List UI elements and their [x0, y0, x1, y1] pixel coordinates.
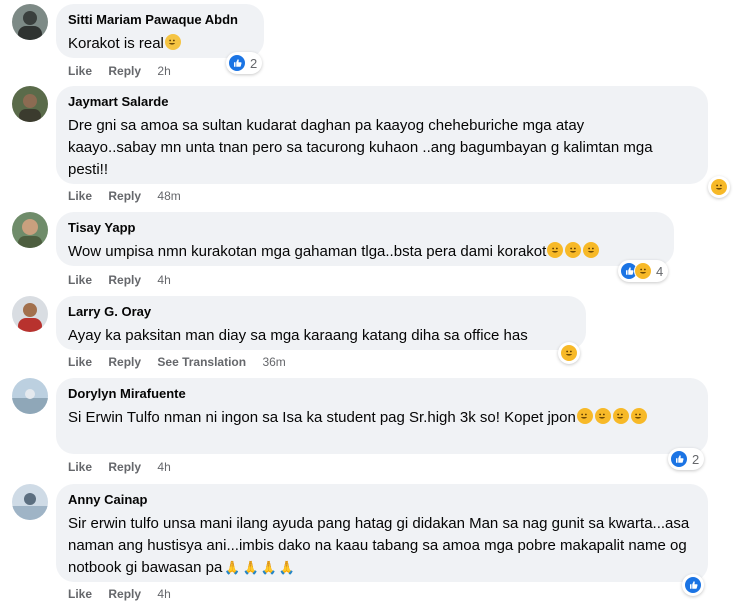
reply-button[interactable]: Reply [108, 273, 141, 287]
avatar[interactable] [12, 4, 48, 40]
comment-author[interactable]: Anny Cainap [68, 492, 696, 508]
rofl-emoji [576, 408, 593, 424]
avatar[interactable] [12, 212, 48, 248]
reaction-count: 4 [656, 263, 664, 279]
comment-text: Si Erwin Tulfo nman ni ingon sa Isa ka s… [68, 409, 576, 426]
reply-button[interactable]: Reply [108, 460, 141, 474]
reply-button[interactable]: Reply [108, 587, 141, 601]
grimacing-face-emoji [565, 242, 582, 258]
folded-hands-emoji: 🙏 [278, 560, 296, 575]
like-reaction-icon [684, 576, 702, 594]
reaction-summary[interactable] [558, 342, 580, 364]
comment-text-row: Si Erwin Tulfo nman ni ingon sa Isa ka s… [68, 407, 698, 429]
rofl-emoji [630, 408, 647, 424]
haha-reaction-icon [634, 262, 652, 280]
rofl-emoji [594, 408, 611, 424]
like-button[interactable]: Like [68, 355, 92, 369]
comment-actions: Like Reply 48m [68, 188, 181, 204]
reaction-count: 2 [692, 451, 700, 467]
avatar[interactable] [12, 378, 48, 414]
comment-actions: Like Reply 2h [68, 63, 171, 79]
rofl-emoji [612, 408, 629, 424]
reply-button[interactable]: Reply [108, 355, 141, 369]
comment-text-row: Wow umpisa nmn kurakotan mga gahaman tlg… [68, 241, 662, 263]
comment-bubble: Tisay Yapp Wow umpisa nmn kurakotan mga … [56, 212, 674, 266]
like-button[interactable]: Like [68, 64, 92, 78]
comment-author[interactable]: Dorylyn Mirafuente [68, 386, 696, 402]
like-button[interactable]: Like [68, 273, 92, 287]
comment-text-row: Sir erwin tulfo unsa mani ilang ayuda pa… [68, 513, 708, 579]
grimacing-face-emoji [583, 242, 600, 258]
comment-timestamp[interactable]: 2h [157, 64, 170, 78]
folded-hands-emoji: 🙏 [224, 560, 241, 575]
reply-button[interactable]: Reply [108, 64, 141, 78]
comment-bubble: Larry G. Oray Ayay ka paksitan man diay … [56, 296, 586, 350]
comment-timestamp[interactable]: 36m [262, 355, 285, 369]
comment-author[interactable]: Sitti Mariam Pawaque Abdn [68, 12, 252, 28]
avatar[interactable] [12, 484, 48, 520]
grimacing-face-emoji [547, 242, 564, 258]
comment-author[interactable]: Larry G. Oray [68, 304, 574, 320]
reaction-summary[interactable] [682, 574, 704, 596]
reaction-summary[interactable]: 2 [226, 52, 263, 74]
comment-text: Korakot is real [68, 35, 164, 52]
reaction-summary[interactable] [708, 176, 730, 198]
comment-text-row: Korakot is real [68, 33, 252, 55]
reply-button[interactable]: Reply [108, 189, 141, 203]
comment-actions: Like Reply 4h [68, 272, 171, 288]
like-reaction-icon [670, 450, 688, 468]
comment-timestamp[interactable]: 4h [157, 460, 170, 474]
comment-bubble: Jaymart Salarde Dre gni sa amoa sa sulta… [56, 86, 708, 184]
comment-text: Ayay ka paksitan man diay sa mga karaang… [68, 327, 528, 344]
comment-timestamp[interactable]: 4h [157, 587, 170, 601]
like-button[interactable]: Like [68, 460, 92, 474]
like-reaction-icon [228, 54, 246, 72]
comment-author[interactable]: Jaymart Salarde [68, 94, 696, 110]
see-translation-button[interactable]: See Translation [157, 355, 246, 369]
comment-bubble: Dorylyn Mirafuente Si Erwin Tulfo nman n… [56, 378, 708, 454]
comment-timestamp[interactable]: 4h [157, 273, 170, 287]
comment-bubble: Anny Cainap Sir erwin tulfo unsa mani il… [56, 484, 708, 582]
reaction-summary[interactable]: 2 [668, 448, 705, 470]
haha-reaction-icon [560, 344, 578, 362]
comment-actions: Like Reply 4h [68, 586, 171, 602]
comment-actions: Like Reply 4h [68, 459, 171, 475]
folded-hands-emoji: 🙏 [242, 560, 259, 575]
comment-text: Wow umpisa nmn kurakotan mga gahaman tlg… [68, 243, 547, 260]
comment-author[interactable]: Tisay Yapp [68, 220, 662, 236]
comment-bubble: Sitti Mariam Pawaque Abdn Korakot is rea… [56, 4, 264, 58]
comment-text: Dre gni sa amoa sa sultan kudarat daghan… [68, 117, 657, 178]
see-no-evil-monkey-emoji [164, 34, 181, 50]
reaction-count: 2 [250, 55, 258, 71]
like-button[interactable]: Like [68, 189, 92, 203]
folded-hands-emoji: 🙏 [260, 560, 277, 575]
comment-actions: Like Reply See Translation 36m [68, 354, 286, 370]
haha-reaction-icon [710, 178, 728, 196]
reaction-summary[interactable]: 4 [618, 260, 669, 282]
comment-text: Sir erwin tulfo unsa mani ilang ayuda pa… [68, 515, 694, 576]
avatar[interactable] [12, 86, 48, 122]
comment-timestamp[interactable]: 48m [157, 189, 180, 203]
like-button[interactable]: Like [68, 587, 92, 601]
avatar[interactable] [12, 296, 48, 332]
